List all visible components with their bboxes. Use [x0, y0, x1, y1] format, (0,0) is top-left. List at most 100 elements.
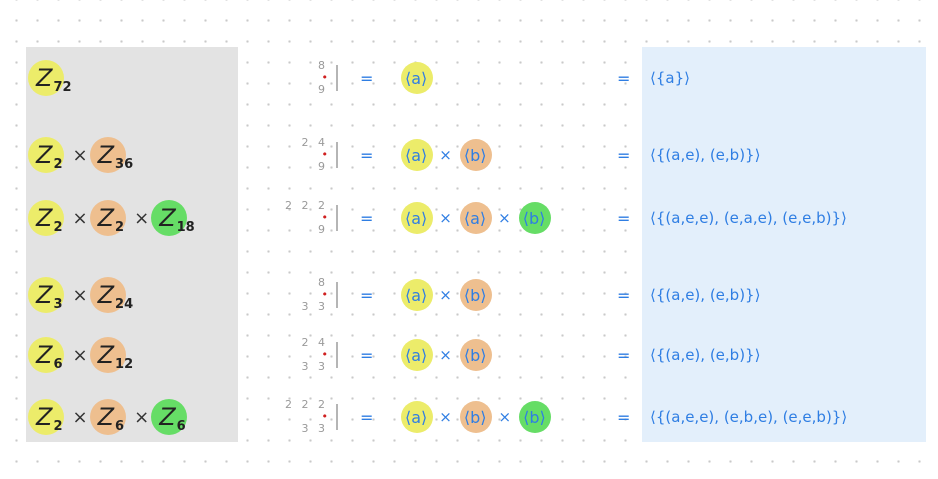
equals-sign: =: [360, 285, 374, 305]
note-divider: [336, 282, 338, 308]
group-symbol: Z: [97, 281, 115, 309]
equals-sign: =: [360, 68, 374, 88]
group-order: 2: [53, 156, 63, 172]
note-divider: [336, 65, 338, 91]
factorization-note: 2 4 • 9: [258, 130, 338, 180]
times-sign: ×: [439, 408, 452, 426]
times-sign: ×: [72, 344, 88, 366]
group-symbol: Z: [97, 141, 115, 169]
group-order: 36: [115, 156, 134, 172]
generator: ⟨a⟩: [401, 56, 433, 100]
decomposition-row: Z 6 × Z 12 2 4 • 3 3 = ⟨a⟩ × ⟨b⟩ = ⟨{(a,e), (e,b)}⟩: [0, 330, 938, 380]
cyclic-group: Z2: [28, 196, 64, 240]
decomposition-row: Z 3 × Z 24 8 • 3 3 = ⟨a⟩ × ⟨b⟩ = ⟨{(a,e), (e,b)}⟩: [0, 270, 938, 320]
generator-set: ⟨{(a,e,e), (e,b,e), (e,e,b)}⟩: [650, 408, 848, 426]
generator-label: ⟨b⟩: [463, 145, 487, 165]
factorization-note: 8 • 3 3: [258, 270, 338, 320]
group-symbol: Z: [36, 281, 53, 309]
factorization-note: 2 2 2 • 9: [258, 193, 338, 243]
factorization-note: 2 2 2 • 3 3: [258, 392, 338, 442]
group-symbol: Z: [36, 204, 53, 232]
decomposition-row: Z 2 × Z 6 × Z 6 2 2 2 • 3 3 = ⟨a⟩ × ⟨b⟩ × ⟨b⟩ = ⟨{(a,e,e),…: [0, 392, 938, 442]
generator: ⟨b⟩: [459, 395, 492, 439]
group-order: 6: [176, 418, 186, 434]
note-bottom: 3 3: [301, 422, 328, 435]
group-product: Z 72: [28, 53, 72, 103]
times-sign: ×: [72, 284, 88, 306]
note-bottom: 3 3: [301, 360, 328, 373]
group-symbol: Z: [97, 341, 115, 369]
generator-product: ⟨a⟩ × ⟨b⟩: [401, 270, 492, 320]
times-sign: ×: [72, 207, 88, 229]
decomposition-row: Z 72 8 • 9 = ⟨a⟩ = ⟨{a}⟩: [0, 53, 938, 103]
group-symbol: Z: [36, 141, 53, 169]
group-symbol: Z: [97, 403, 115, 431]
group-symbol: Z: [36, 64, 53, 92]
generator-set: ⟨{(a,e), (e,b)}⟩: [650, 286, 761, 304]
generator-label: ⟨b⟩: [463, 285, 487, 305]
group-order: 2: [115, 219, 125, 235]
cyclic-group: Z3: [28, 273, 64, 317]
cyclic-group: Z2: [28, 395, 64, 439]
equals-sign: =: [360, 407, 374, 427]
times-sign: ×: [439, 346, 452, 364]
note-stack: 2 2 2 • 9: [285, 200, 328, 236]
equals-sign: =: [617, 407, 631, 427]
factorization-note: 8 • 9: [258, 53, 338, 103]
note-bottom: 3 3: [301, 300, 328, 313]
generator: ⟨a⟩: [459, 196, 492, 240]
group-product: Z 3 × Z 24: [28, 270, 134, 320]
group-order: 2: [53, 418, 63, 434]
equals-sign: =: [360, 145, 374, 165]
group-order: 24: [115, 296, 134, 312]
equals-sign: =: [617, 68, 631, 88]
equals-sign: =: [617, 208, 631, 228]
group-order: 6: [53, 356, 63, 372]
note-stack: 8 • 9: [318, 60, 328, 96]
times-sign: ×: [72, 406, 88, 428]
generator-set: ⟨{(a,e,e), (e,a,e), (e,e,b)}⟩: [650, 209, 847, 227]
generator-label: ⟨a⟩: [405, 145, 428, 165]
note-bottom: 9: [318, 83, 328, 96]
generator-label: ⟨a⟩: [405, 68, 428, 88]
generator-set: ⟨{(a,e), (e,b)}⟩: [650, 346, 761, 364]
group-order: 6: [115, 418, 125, 434]
times-sign: ×: [498, 408, 512, 426]
equals-sign: =: [617, 285, 631, 305]
note-divider: [336, 142, 338, 168]
generator: ⟨b⟩: [459, 133, 492, 177]
group-order: 3: [53, 296, 63, 312]
generator: ⟨b⟩: [519, 395, 552, 439]
group-order: 2: [53, 219, 63, 235]
times-sign: ×: [439, 146, 452, 164]
group-product: Z 6 × Z 12: [28, 330, 133, 380]
group-symbol: Z: [97, 204, 115, 232]
group-symbol: Z: [159, 403, 176, 431]
times-sign: ×: [439, 209, 452, 227]
generator-product: ⟨a⟩ × ⟨b⟩ × ⟨b⟩: [401, 392, 552, 442]
note-divider: [336, 342, 338, 368]
generator-label: ⟨b⟩: [523, 407, 546, 427]
cyclic-group: Z6: [151, 395, 188, 439]
times-sign: ×: [72, 144, 88, 166]
equals-sign: =: [617, 345, 631, 365]
generator-product: ⟨a⟩ × ⟨b⟩: [401, 330, 492, 380]
note-divider: [336, 205, 338, 231]
times-sign: ×: [439, 286, 452, 304]
note-stack: 2 4 • 9: [302, 137, 329, 173]
cyclic-group: Z 12: [89, 333, 133, 377]
cyclic-group: Z6: [89, 395, 126, 439]
generator-set: ⟨{(a,e), (e,b)}⟩: [650, 146, 761, 164]
equals-sign: =: [360, 345, 374, 365]
generator-label: ⟨b⟩: [522, 208, 546, 228]
equals-sign: =: [360, 208, 374, 228]
factorization-note: 2 4 • 3 3: [258, 330, 338, 380]
generator: ⟨a⟩: [401, 273, 433, 317]
generator-product: ⟨a⟩: [401, 53, 433, 103]
generator-label: ⟨b⟩: [463, 345, 487, 365]
note-stack: 2 2 2 • 3 3: [285, 399, 328, 435]
note-bottom: 9: [318, 223, 328, 236]
generator: ⟨b⟩: [459, 273, 492, 317]
cyclic-group: Z 24: [89, 273, 134, 317]
note-divider: [336, 404, 338, 430]
